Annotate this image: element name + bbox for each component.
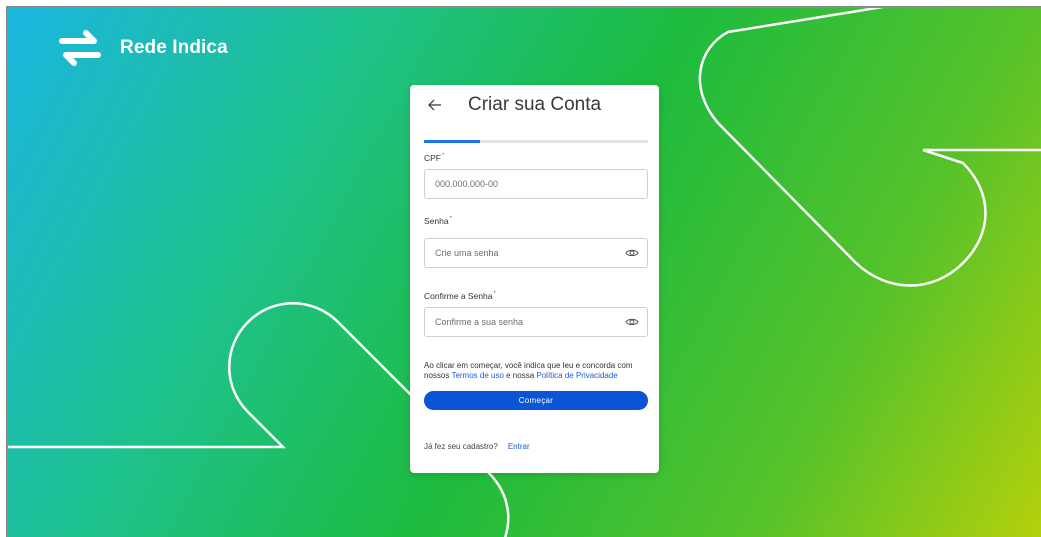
senha-input[interactable] [433,247,625,259]
senha-label: Senha* [424,216,452,226]
required-mark: * [442,153,445,159]
back-button[interactable] [424,94,446,116]
confirme-input[interactable] [433,316,625,328]
senha-field[interactable] [424,238,648,268]
swap-arrows-icon [59,30,101,66]
cpf-input[interactable] [433,178,639,190]
required-mark: * [493,291,496,297]
confirme-label: Confirme a Senha* [424,291,496,301]
arrow-left-icon [428,99,441,111]
confirme-field[interactable] [424,307,648,337]
page-title: Criar sua Conta [468,94,602,115]
entrar-link[interactable]: Entrar [508,442,530,451]
required-mark: * [449,216,452,222]
login-prompt: Já fez seu cadastro? Entrar [424,442,530,451]
signup-card: Criar sua Conta CPF* Senha* Confirme a S… [410,85,659,473]
cpf-field[interactable] [424,169,648,199]
card-header: Criar sua Conta [410,85,659,130]
brand: Rede Indica [58,28,228,68]
comecar-button[interactable]: Começar [424,391,648,410]
terms-text: Ao clicar em começar, você indica que le… [424,361,633,380]
cpf-label: CPF* [424,153,445,163]
progress-bar-fill [424,140,480,143]
brand-name: Rede Indica [120,37,228,58]
privacy-link[interactable]: Política de Privacidade [536,371,617,380]
eye-icon[interactable] [625,246,639,260]
progress-bar [424,140,648,143]
eye-icon[interactable] [625,315,639,329]
terms-link[interactable]: Termos de uso [451,371,503,380]
